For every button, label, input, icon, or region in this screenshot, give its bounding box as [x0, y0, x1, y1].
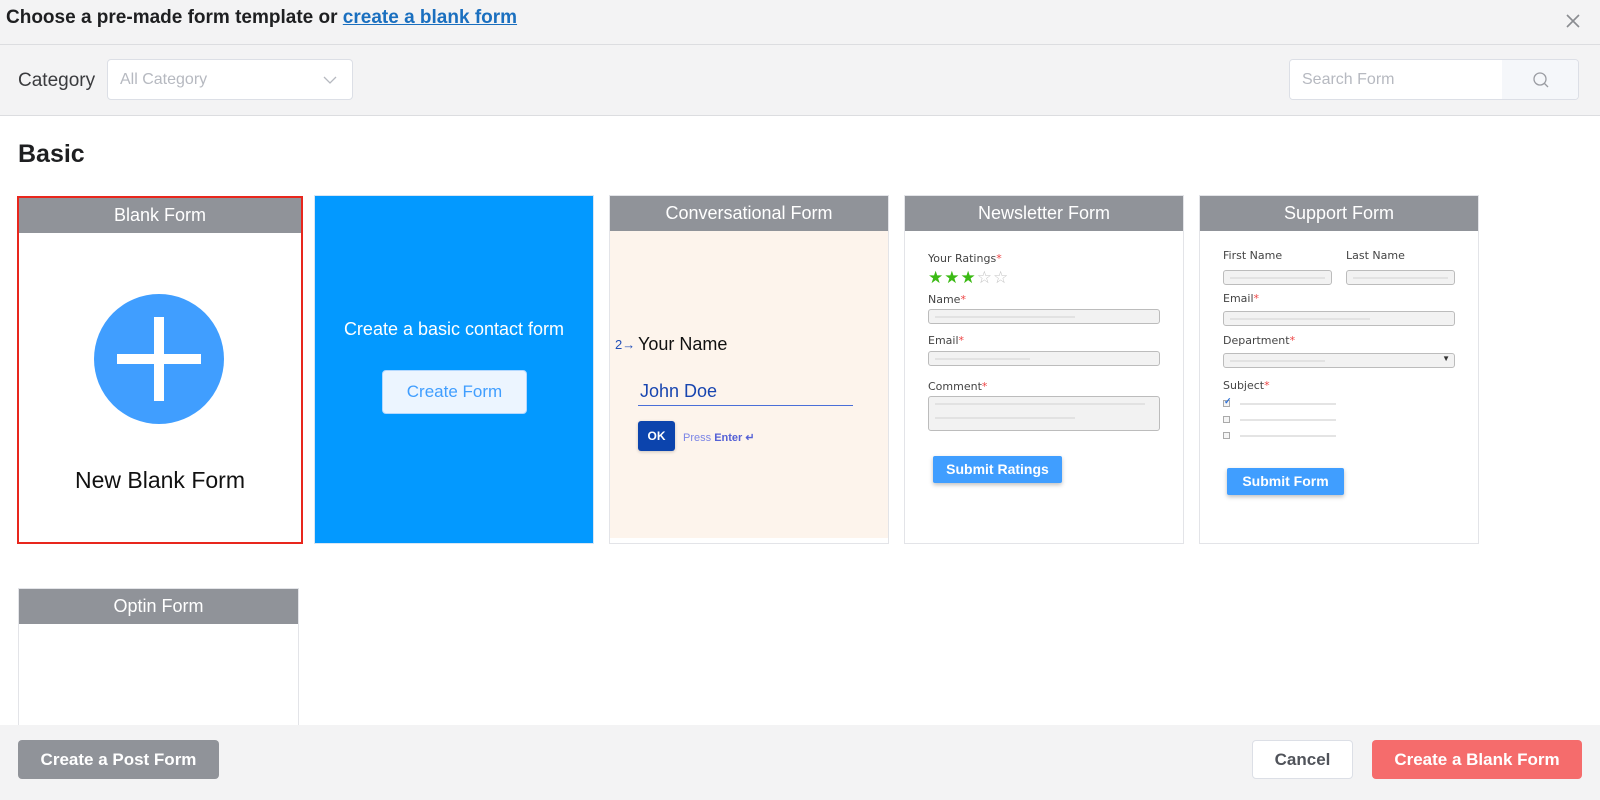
- template-card-blank[interactable]: Blank Form New Blank Form: [17, 196, 303, 544]
- ok-button: OK: [638, 421, 675, 451]
- card-title: Newsletter Form: [905, 196, 1183, 231]
- comment-label: Comment*: [928, 380, 988, 393]
- category-select-value: All Category: [120, 71, 208, 88]
- star-filled-icon: ★: [928, 268, 945, 287]
- submit-ratings-button: Submit Ratings: [933, 456, 1062, 483]
- email-label: Email*: [1223, 292, 1260, 305]
- star-filled-icon: ★: [960, 268, 977, 287]
- question-number: 2→: [615, 337, 636, 352]
- dialog-footer: Create a Post Form Cancel Create a Blank…: [0, 725, 1600, 800]
- last-name-field-preview: [1346, 270, 1455, 285]
- checkbox-icon: [1223, 416, 1230, 423]
- dialog-header: Choose a pre-made form template or creat…: [0, 0, 1600, 45]
- card-title: Conversational Form: [610, 196, 888, 231]
- first-name-field-preview: [1223, 270, 1332, 285]
- search-button[interactable]: [1502, 60, 1578, 99]
- question-label: Your Name: [638, 334, 728, 354]
- search-input[interactable]: [1290, 60, 1502, 99]
- basic-contact-message: Create a basic contact form: [343, 319, 565, 339]
- create-post-form-button[interactable]: Create a Post Form: [18, 740, 219, 779]
- category-label: Category: [18, 70, 96, 91]
- email-field-preview: [1223, 311, 1455, 326]
- create-form-button[interactable]: Create Form: [382, 370, 527, 414]
- dialog-title: Choose a pre-made form template or creat…: [6, 7, 517, 29]
- checkbox-icon: [1223, 432, 1230, 439]
- create-blank-form-button[interactable]: Create a Blank Form: [1372, 740, 1582, 779]
- card-title: Support Form: [1200, 196, 1478, 231]
- chevron-down-icon: [323, 76, 337, 84]
- ratings-label: Your Ratings*: [928, 252, 1002, 265]
- card-title: Blank Form: [19, 198, 301, 233]
- answer-underline: [638, 405, 853, 406]
- template-card-newsletter[interactable]: Newsletter Form Your Ratings* ★★★☆☆ Name…: [904, 195, 1184, 544]
- star-empty-icon: ☆: [976, 268, 993, 287]
- new-blank-form-label: New Blank Form: [75, 467, 245, 493]
- filter-bar: Category All Category: [0, 45, 1600, 116]
- star-filled-icon: ★: [944, 268, 961, 287]
- conversational-preview: 2→ Your Name John Doe OK Press Enter ↵: [610, 231, 888, 538]
- section-title: Basic: [18, 140, 85, 168]
- cancel-button[interactable]: Cancel: [1252, 740, 1353, 779]
- department-label: Department*: [1223, 334, 1296, 347]
- search-box: [1289, 59, 1579, 100]
- answer-value: John Doe: [640, 381, 718, 401]
- email-field-preview: [928, 351, 1160, 366]
- template-card-basic-contact[interactable]: Create a basic contact form Create Form: [314, 195, 594, 544]
- comment-field-preview: [928, 396, 1160, 431]
- subject-label: Subject*: [1223, 379, 1270, 392]
- create-blank-form-link[interactable]: create a blank form: [343, 7, 517, 28]
- option-placeholder-line: [1240, 419, 1336, 421]
- search-icon: [1533, 72, 1549, 88]
- last-name-label: Last Name: [1346, 249, 1405, 262]
- template-card-conversational[interactable]: Conversational Form 2→ Your Name John Do…: [609, 195, 889, 544]
- department-select-preview: ▼: [1223, 353, 1455, 368]
- checkbox-checked-icon: [1223, 396, 1232, 407]
- plus-icon: [94, 294, 224, 424]
- title-text: Choose a pre-made form template or: [6, 7, 343, 28]
- press-enter-hint: Press Enter ↵: [683, 432, 755, 444]
- option-placeholder-line: [1240, 435, 1336, 437]
- submit-form-button: Submit Form: [1227, 468, 1344, 495]
- name-label: Name*: [928, 293, 966, 306]
- option-placeholder-line: [1240, 403, 1336, 405]
- card-title: Optin Form: [19, 589, 298, 624]
- close-button[interactable]: [1560, 8, 1586, 34]
- category-select[interactable]: All Category: [107, 59, 353, 100]
- template-card-support[interactable]: Support Form First Name Last Name Email*…: [1199, 195, 1479, 544]
- email-label: Email*: [928, 334, 965, 347]
- first-name-label: First Name: [1223, 249, 1283, 262]
- close-icon: [1566, 14, 1580, 28]
- name-field-preview: [928, 309, 1160, 324]
- caret-down-icon: ▼: [1442, 354, 1450, 363]
- star-empty-icon: ☆: [993, 268, 1010, 287]
- rating-stars: ★★★☆☆: [928, 268, 1009, 288]
